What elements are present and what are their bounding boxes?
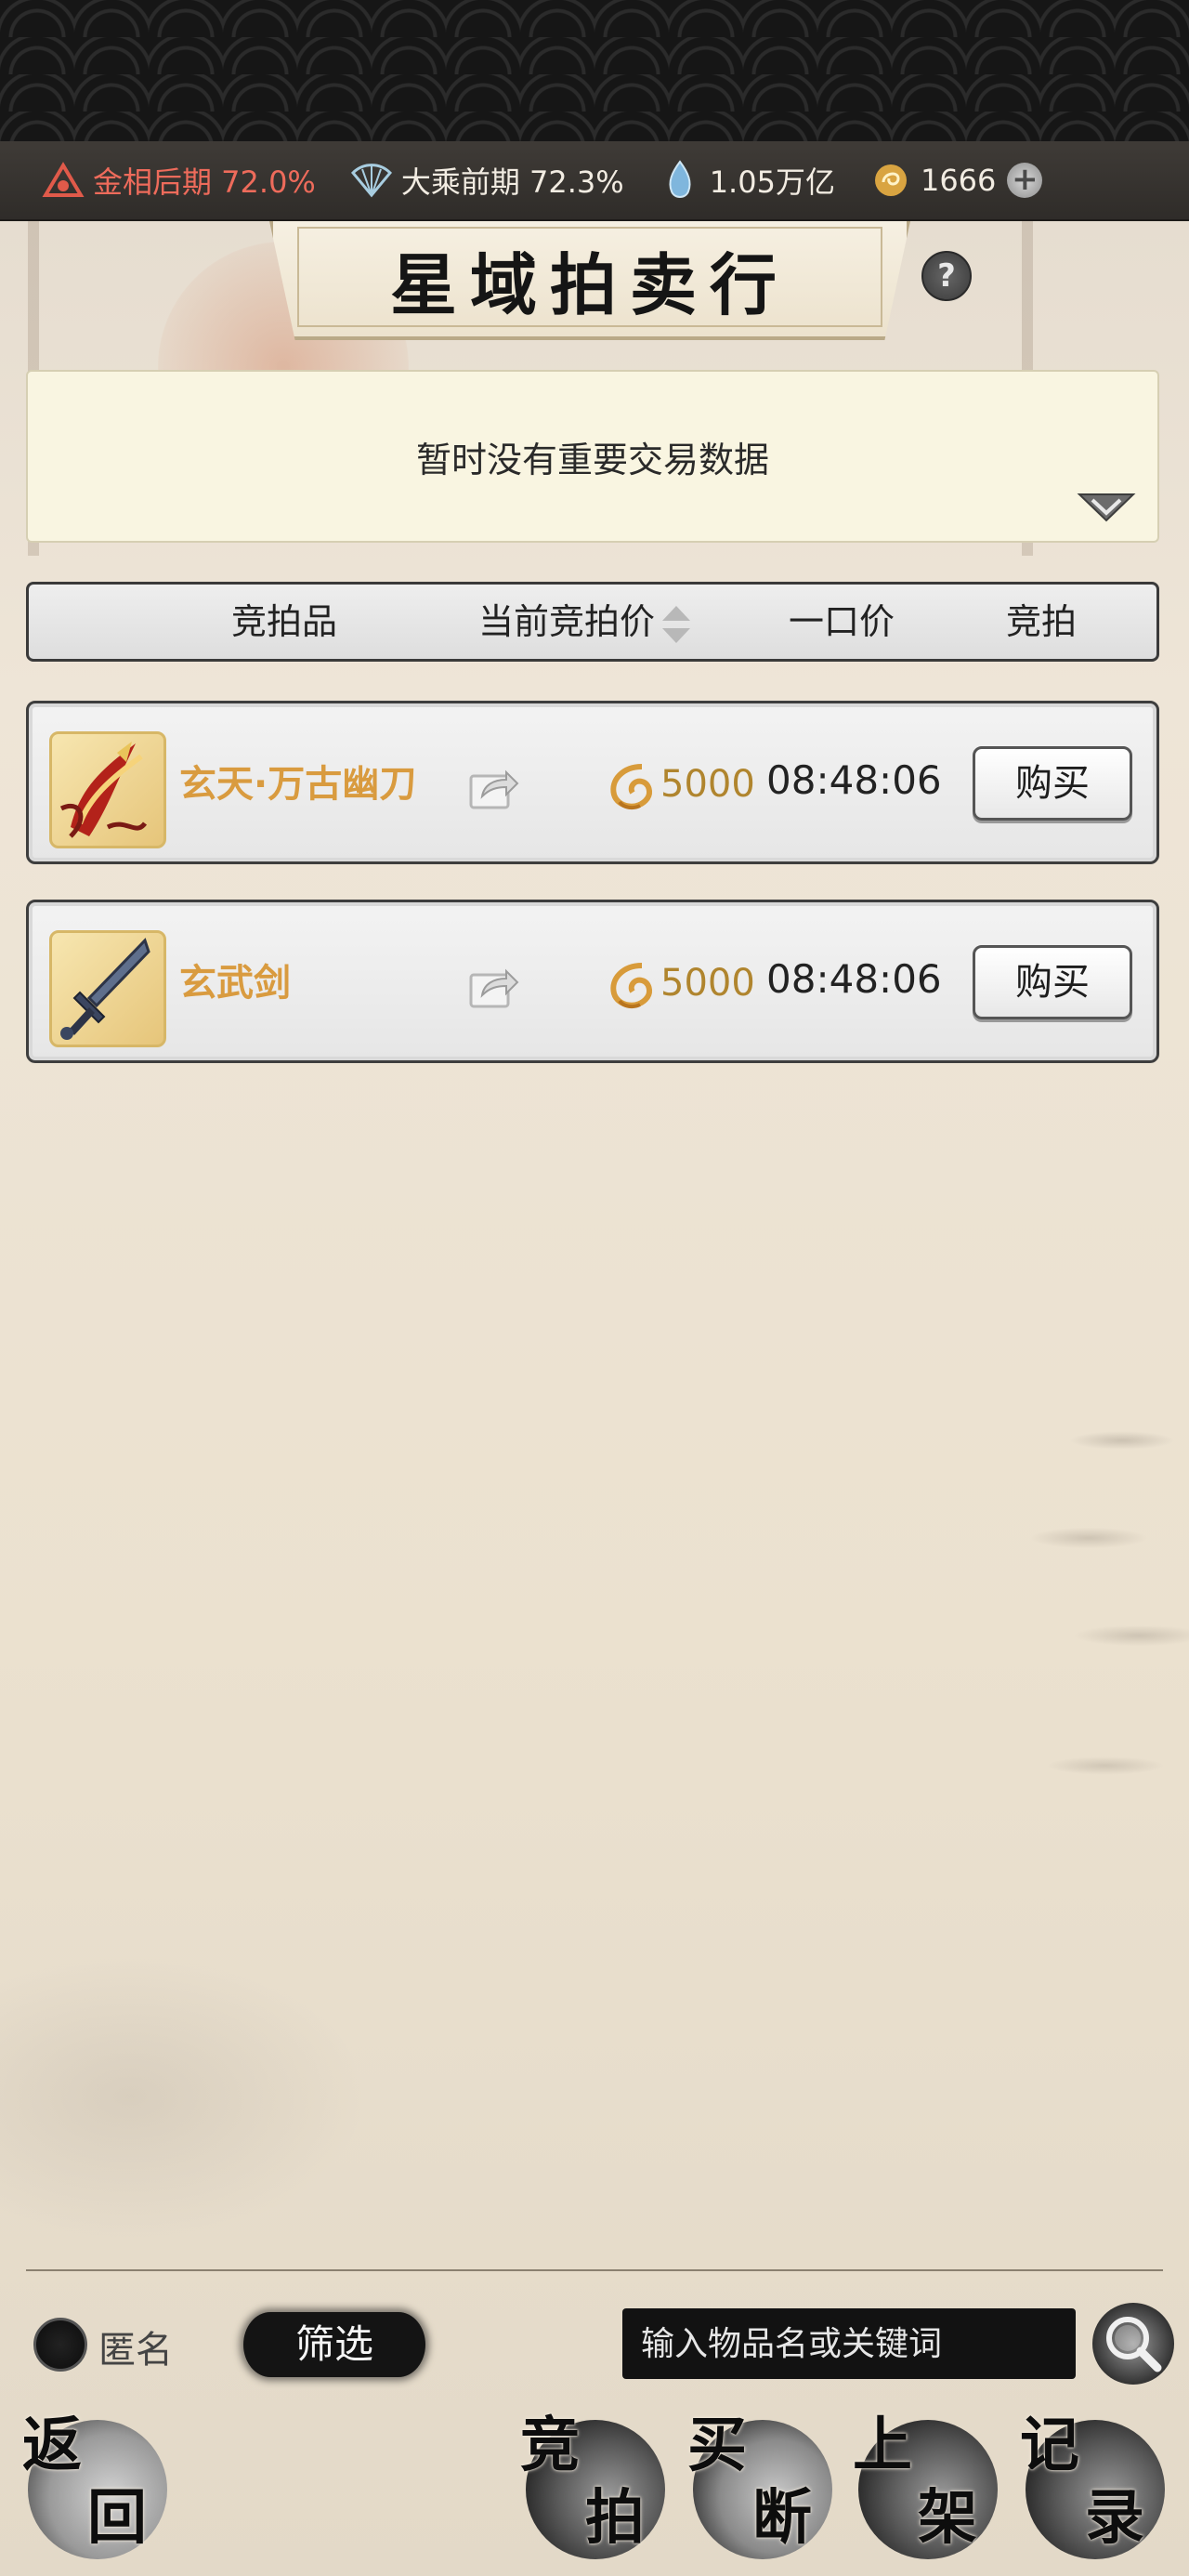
records-tab-button[interactable]: 记 录	[1020, 2411, 1165, 2559]
current-bid-price: 5000	[660, 962, 755, 1005]
sort-icon[interactable]	[660, 604, 692, 645]
item-name[interactable]: 玄武剑	[179, 953, 291, 1006]
records-char-2: 录	[1085, 2483, 1144, 2553]
resource-bar: 金相后期 72.0% 大乘前期 72.3% 1.05万亿 1666 +	[0, 141, 1189, 221]
notice-panel: 暂时没有重要交易数据	[26, 370, 1159, 543]
list-char-1: 上	[853, 2411, 912, 2480]
time-remaining: 08:48:06	[766, 757, 942, 803]
column-current-bid-label: 当前竞拍价	[478, 601, 656, 642]
item-name[interactable]: 玄天·万古幽刀	[179, 754, 416, 808]
chevron-down-icon[interactable]	[1076, 491, 1137, 524]
fan-icon	[349, 158, 394, 203]
mountain-decoration	[0, 1840, 650, 2267]
table-header: 竞拍品 当前竞拍价 一口价 竞拍	[26, 582, 1159, 662]
list-char-2: 架	[918, 2483, 977, 2553]
sword-icon	[49, 930, 166, 1047]
coin-icon	[869, 158, 913, 203]
anonymous-label: 匿名	[98, 2329, 173, 2372]
column-item: 竞拍品	[231, 601, 338, 642]
auction-row[interactable]: 玄武剑 5000 08:48:06 购买	[26, 900, 1159, 1063]
buyout-char-1: 买	[687, 2411, 747, 2480]
share-icon[interactable]	[465, 958, 521, 1014]
share-icon[interactable]	[465, 759, 521, 815]
filter-button[interactable]: 筛选	[243, 2312, 425, 2377]
add-coin-button[interactable]: +	[1007, 163, 1043, 198]
realm-progress-text: 金相后期 72.0%	[93, 164, 316, 200]
buy-button[interactable]: 购买	[973, 945, 1132, 1019]
coin-balance[interactable]: 1666	[869, 140, 996, 220]
auction-char-2: 拍	[585, 2483, 645, 2553]
search-icon	[1106, 2317, 1162, 2372]
auction-char-1: 竞	[520, 2411, 580, 2480]
bamboo-decoration	[1022, 1375, 1189, 2026]
top-wave-pattern	[0, 0, 1189, 141]
spirit-stone-balance[interactable]: 1.05万亿	[658, 140, 835, 220]
spirit-stone-text: 1.05万亿	[709, 164, 835, 200]
notice-text: 暂时没有重要交易数据	[415, 439, 769, 480]
time-remaining: 08:48:06	[766, 956, 942, 1002]
auction-row[interactable]: 玄天·万古幽刀 5000 08:48:06 购买	[26, 701, 1159, 864]
buyout-tab-button[interactable]: 买 断	[687, 2411, 832, 2559]
help-button[interactable]: ?	[921, 251, 972, 301]
column-buyout: 一口价	[789, 601, 895, 642]
buy-button[interactable]: 购买	[973, 746, 1132, 821]
search-button[interactable]	[1092, 2303, 1174, 2385]
back-char-2: 回	[87, 2483, 147, 2553]
anonymous-toggle[interactable]	[33, 2318, 87, 2372]
realm-progress[interactable]: 金相后期 72.0%	[41, 140, 316, 220]
page-title: 星域拍卖行	[389, 244, 790, 324]
current-bid-price: 5000	[660, 763, 755, 806]
records-char-1: 记	[1020, 2411, 1079, 2480]
coin-icon	[610, 764, 652, 810]
coin-icon	[610, 963, 652, 1009]
cultivation-progress-text: 大乘前期 72.3%	[400, 164, 624, 200]
coin-text: 1666	[920, 163, 997, 198]
search-input[interactable]	[622, 2308, 1076, 2379]
divider	[26, 2269, 1163, 2271]
spirit-stone-icon	[658, 158, 702, 203]
auction-tab-button[interactable]: 竞 拍	[520, 2411, 665, 2559]
blade-icon	[49, 731, 166, 848]
column-current-bid[interactable]: 当前竞拍价	[478, 585, 692, 659]
buyout-char-2: 断	[752, 2483, 812, 2553]
realm-icon	[41, 158, 85, 203]
cultivation-progress[interactable]: 大乘前期 72.3%	[349, 140, 624, 220]
back-char-1: 返	[22, 2411, 82, 2480]
list-item-tab-button[interactable]: 上 架	[853, 2411, 998, 2559]
back-button[interactable]: 返 回	[22, 2411, 167, 2559]
title-plaque: 星域拍卖行	[269, 221, 910, 340]
column-bid: 竞拍	[1006, 601, 1078, 642]
